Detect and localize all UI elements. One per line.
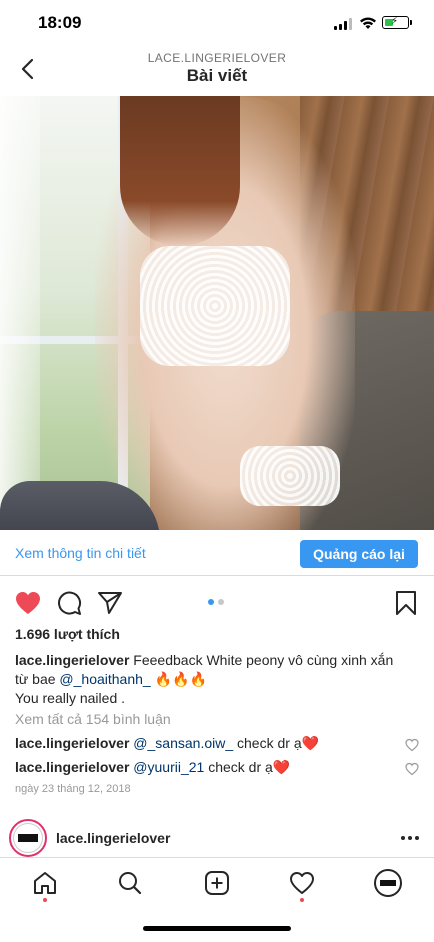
paper-plane-icon <box>98 592 122 614</box>
status-bar: 18:09 ⚡ <box>0 0 434 44</box>
caption-mention[interactable]: @_hoaithanh_ <box>59 671 150 687</box>
comment-text: check dr ạ❤️ <box>233 735 320 751</box>
post-caption: lace.lingerielover Feeedback White peony… <box>15 651 410 708</box>
tab-profile[interactable] <box>371 866 405 900</box>
comment-mention[interactable]: @yuurii_21 <box>133 759 204 775</box>
page-title: Bài viết <box>186 66 248 85</box>
comment-text: check dr ạ❤️ <box>204 759 291 775</box>
heart-filled-icon <box>16 592 40 614</box>
comment-row: lace.lingerielover @yuurii_21 check dr ạ… <box>15 759 419 779</box>
tab-search[interactable] <box>113 866 147 900</box>
like-button[interactable] <box>13 588 43 618</box>
tab-home[interactable] <box>28 866 62 900</box>
comment-like-icon[interactable] <box>405 738 419 752</box>
cellular-signal-icon <box>334 18 352 30</box>
comment-username[interactable]: lace.lingerielover <box>15 759 129 775</box>
next-post-username[interactable]: lace.lingerielover <box>56 830 170 846</box>
comment-icon <box>58 591 82 615</box>
more-options-icon[interactable] <box>398 828 422 848</box>
tab-activity[interactable] <box>285 866 319 900</box>
wifi-icon <box>360 17 376 29</box>
like-count[interactable]: 1.696 lượt thích <box>15 626 120 642</box>
save-button[interactable] <box>391 588 421 618</box>
tab-new-post[interactable] <box>200 866 234 900</box>
heart-outline-icon <box>290 872 314 894</box>
bookmark-icon <box>396 591 416 615</box>
view-all-comments-link[interactable]: Xem tất cả 154 bình luận <box>15 711 171 727</box>
bottom-tab-bar <box>0 857 434 909</box>
status-time: 18:09 <box>38 13 82 32</box>
caption-emoji: 🔥🔥🔥 <box>150 671 207 687</box>
comment-button[interactable] <box>54 588 84 618</box>
home-indicator[interactable] <box>143 926 291 931</box>
carousel-indicator <box>208 599 228 607</box>
promotion-bar: Xem thông tin chi tiết Quảng cáo lại <box>0 530 434 576</box>
new-post-icon <box>205 871 229 895</box>
search-icon <box>119 872 142 895</box>
nav-header: LACE.LINGERIELOVER Bài viết <box>0 44 434 96</box>
caption-line-2: You really nailed . <box>15 690 126 706</box>
comment-like-icon[interactable] <box>405 762 419 776</box>
caption-username[interactable]: lace.lingerielover <box>15 652 129 668</box>
header-account: LACE.LINGERIELOVER <box>147 51 287 65</box>
profile-avatar <box>374 869 402 897</box>
notification-dot <box>300 898 304 902</box>
comment-username[interactable]: lace.lingerielover <box>15 735 129 751</box>
post-image[interactable] <box>0 96 434 530</box>
view-insights-link[interactable]: Xem thông tin chi tiết <box>15 545 146 561</box>
avatar[interactable] <box>9 819 47 857</box>
post-date: ngày 23 tháng 12, 2018 <box>15 783 131 795</box>
promote-again-button[interactable]: Quảng cáo lại <box>300 540 418 568</box>
comment-row: lace.lingerielover @_sansan.oiw_ check d… <box>15 735 419 755</box>
home-icon <box>34 872 56 894</box>
next-post-header: lace.lingerielover <box>0 816 434 862</box>
battery-icon: ⚡ <box>382 16 412 29</box>
share-button[interactable] <box>95 588 125 618</box>
notification-dot <box>43 898 47 902</box>
comment-mention[interactable]: @_sansan.oiw_ <box>133 735 233 751</box>
post-actions <box>0 586 434 620</box>
